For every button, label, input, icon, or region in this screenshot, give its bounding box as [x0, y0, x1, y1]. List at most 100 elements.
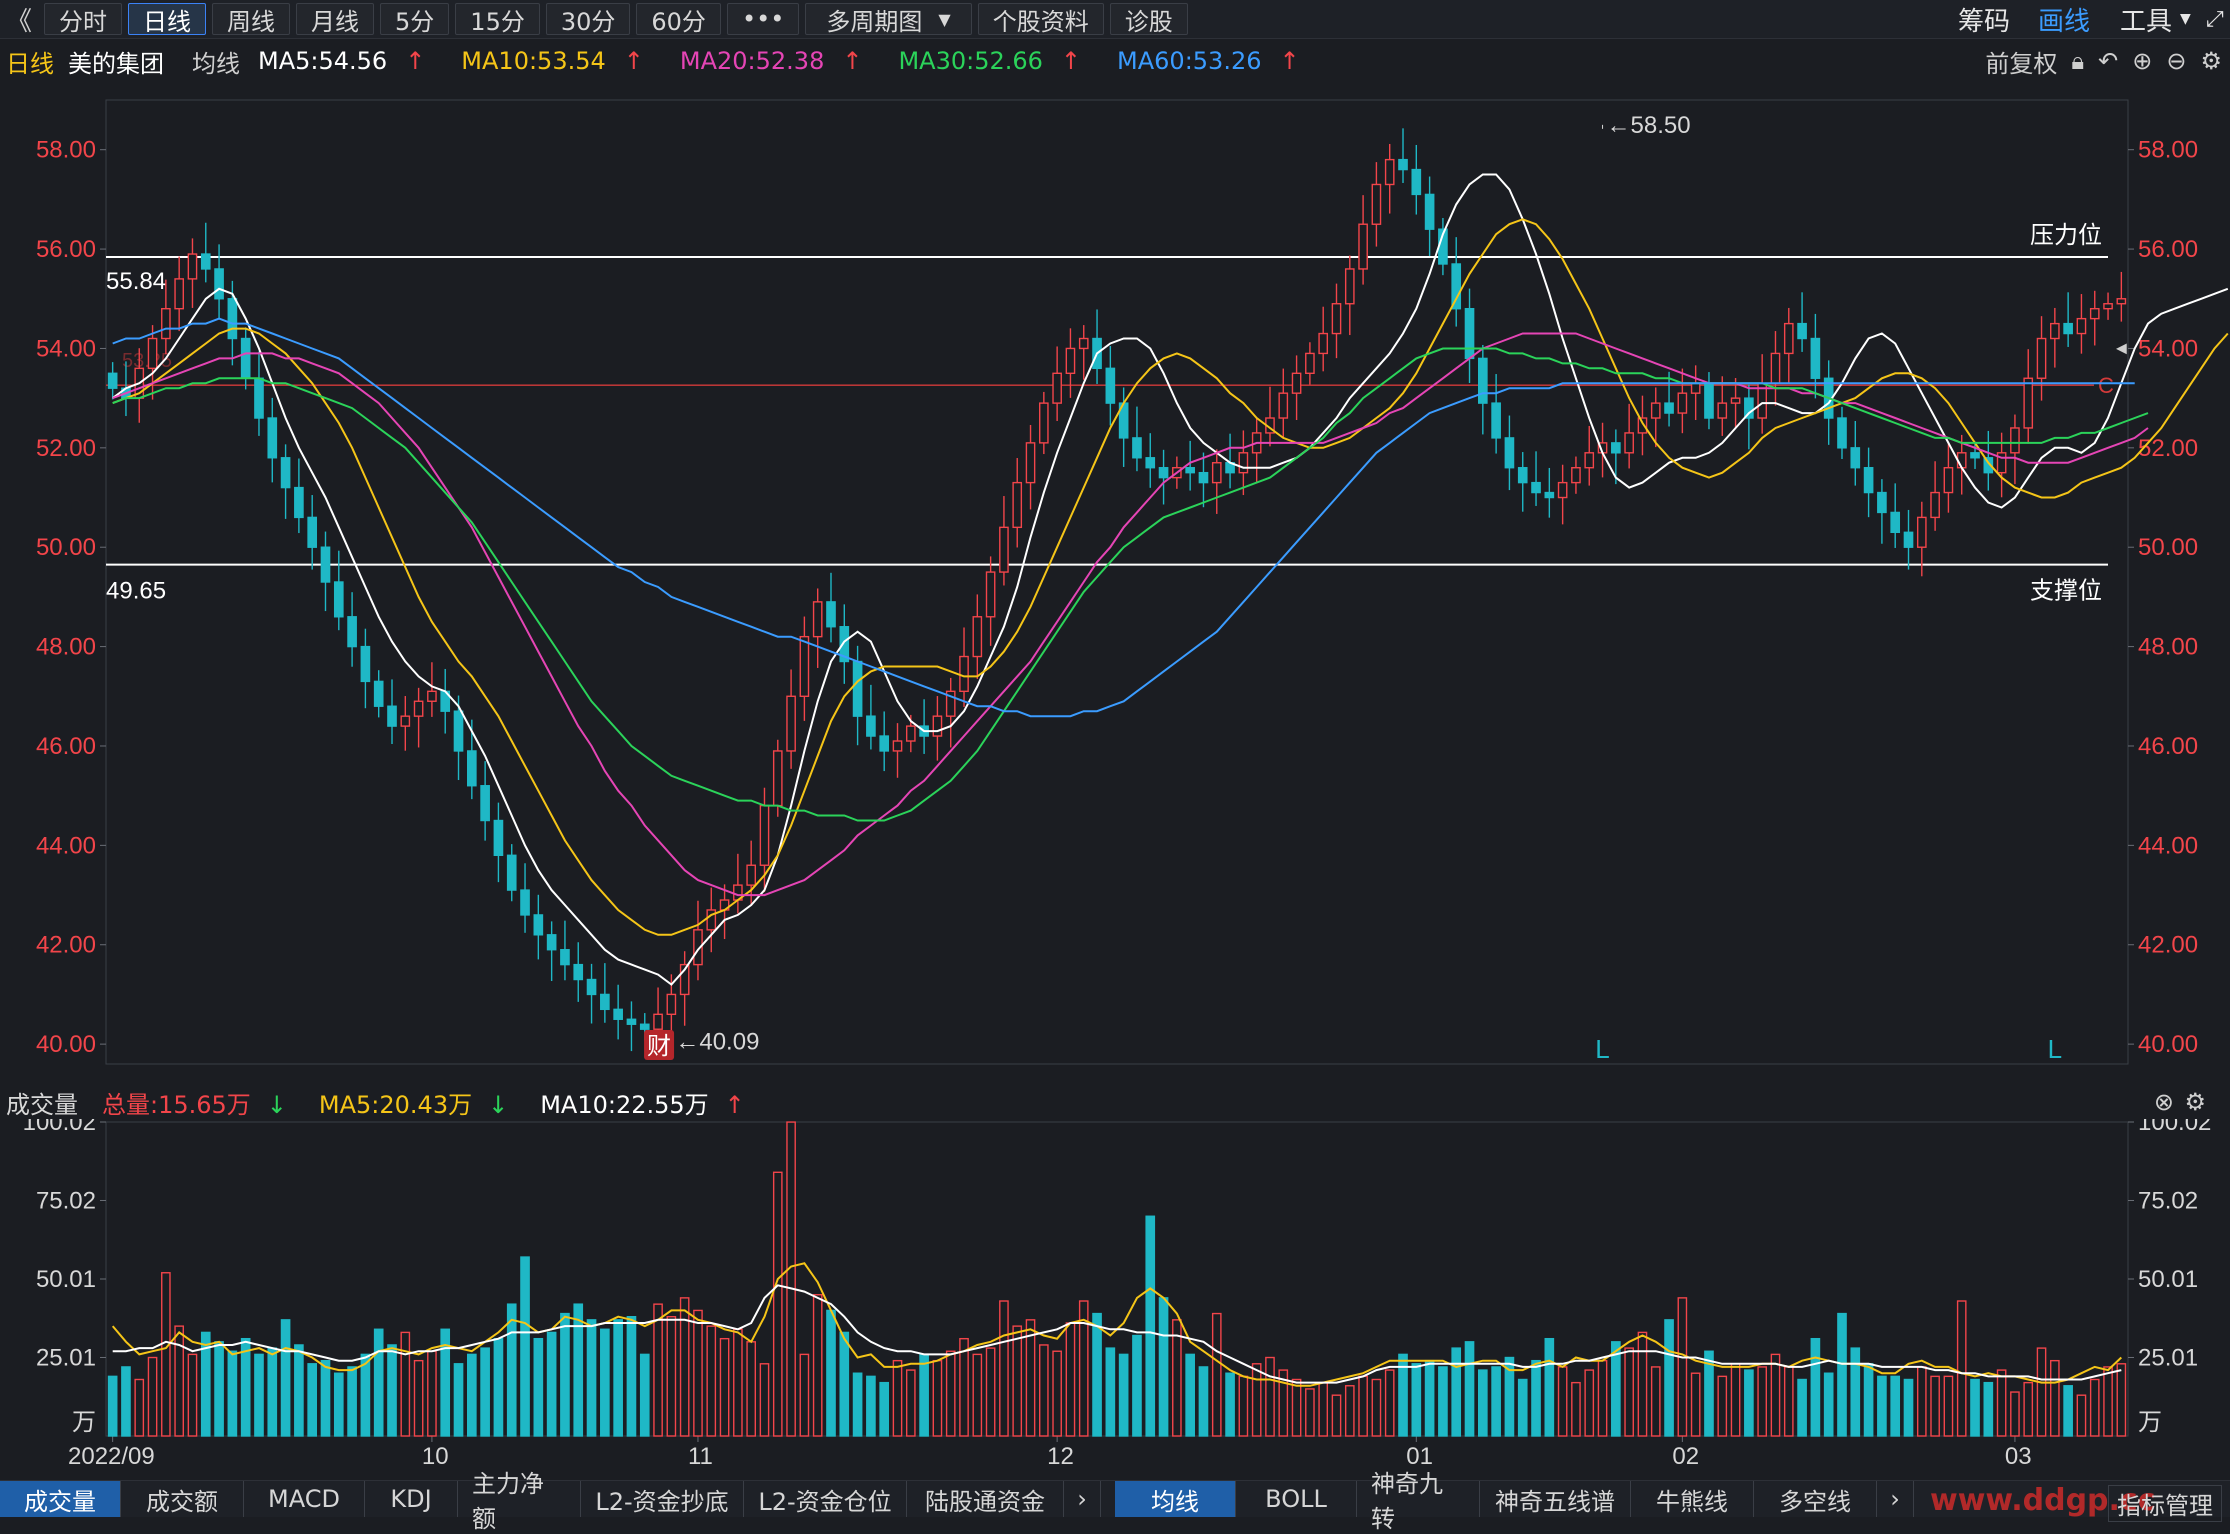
candle-body [1012, 481, 1023, 529]
stock-info-button[interactable]: 个股资料 [977, 3, 1104, 36]
dropdown-caret-icon: ▼ [938, 9, 951, 29]
tab-l2-position[interactable]: L2-资金仓位 [744, 1481, 907, 1517]
tab-15min[interactable]: 15分 [455, 3, 540, 36]
volume-bar [1331, 1394, 1342, 1437]
volume-bar [985, 1347, 996, 1437]
tab-weekly[interactable]: 周线 [212, 3, 291, 36]
vol-tick-label-left: 75.02 [36, 1187, 96, 1214]
more-periods-button[interactable]: ••• [726, 3, 800, 35]
candle-body [799, 635, 810, 697]
volume-bar [586, 1319, 597, 1437]
tab-60min[interactable]: 60分 [636, 3, 721, 36]
fullscreen-icon[interactable]: ⤢ [2206, 0, 2224, 38]
candle-body [892, 740, 903, 752]
candle-body [586, 978, 597, 996]
candle-body [1305, 352, 1315, 374]
tab-monthly[interactable]: 月线 [296, 3, 375, 36]
close-panel-icon[interactable]: ⊗ [2154, 1088, 2174, 1116]
volume-bar [387, 1344, 397, 1437]
volume-bar [1145, 1215, 1156, 1437]
candle-body [1571, 467, 1581, 484]
zoom-in-icon[interactable]: ⊕ [2132, 47, 2152, 75]
candle-body [1198, 471, 1209, 484]
volume-bar [373, 1328, 384, 1437]
volume-bar [919, 1353, 929, 1437]
scroll-right-icon[interactable]: › [1877, 1481, 1914, 1517]
volume-bar [1464, 1341, 1475, 1437]
candle-body [1837, 417, 1847, 449]
x-tick-label: 2022/09 [68, 1443, 155, 1470]
tab-magic-five[interactable]: 神奇五线谱 [1480, 1481, 1631, 1517]
stock-name: 美的集团 [68, 49, 164, 78]
draw-line-button[interactable]: 画线 [2038, 0, 2090, 38]
tab-bull-bear[interactable]: 牛熊线 [1631, 1481, 1754, 1517]
chip-button[interactable]: 筹码 [1958, 0, 2010, 38]
volume-bar [626, 1316, 637, 1437]
volume-bar [1065, 1322, 1076, 1437]
settings-icon[interactable]: ⚙ [2184, 1088, 2206, 1116]
candle-body [333, 581, 344, 618]
tab-boll[interactable]: BOLL [1236, 1481, 1357, 1517]
tab-main-net[interactable]: 主力净额 [458, 1470, 581, 1533]
volume-bar [719, 1337, 730, 1437]
back-button[interactable]: 《 [0, 1, 38, 38]
ma5-value: MA5:54.56 ↑ [258, 47, 426, 75]
tab-30min[interactable]: 30分 [545, 3, 631, 36]
tab-turnover[interactable]: 成交额 [121, 1481, 244, 1517]
candle-body [1065, 347, 1076, 374]
zoom-out-icon[interactable]: ⊖ [2166, 47, 2186, 75]
candle-body [1544, 491, 1555, 499]
volume-bar [2103, 1366, 2113, 1437]
candle-body [1624, 432, 1634, 454]
stock-chart[interactable]: 58.00 58.00 56.00 56.00 54.00 54.00 52.00 52.00… [0, 0, 2230, 1516]
volume-bar [360, 1353, 371, 1437]
multi-period-dropdown[interactable]: 多周期图 ▼ [805, 3, 972, 36]
vol-tick-label-right: 75.02 [2138, 1187, 2198, 1214]
volume-bar [1477, 1369, 1488, 1437]
indicator-manage-button[interactable]: 指标管理 [2108, 1485, 2222, 1522]
volume-bar [1571, 1381, 1581, 1437]
volume-bar [852, 1372, 863, 1437]
tab-intraday[interactable]: 分时 [44, 3, 123, 36]
tab-ma[interactable]: 均线 [1115, 1481, 1236, 1517]
candle-body [826, 601, 836, 628]
volume-bar [866, 1375, 876, 1437]
indicator-label[interactable]: 均线 [192, 44, 240, 79]
chart-tools: 前复权 🔒︎ ↶ ⊕ ⊖ ⚙ [1985, 42, 2222, 80]
tab-macd[interactable]: MACD [244, 1481, 365, 1517]
x-tick-label: 02 [1672, 1443, 1699, 1470]
tab-5min[interactable]: 5分 [380, 3, 450, 36]
candle-body [1810, 337, 1821, 379]
volume-bar [1291, 1378, 1302, 1437]
scroll-right-icon[interactable]: › [1064, 1481, 1101, 1517]
candle-body [1491, 402, 1501, 439]
tab-l2-bottom[interactable]: L2-资金抄底 [581, 1481, 744, 1517]
volume-bar [1890, 1375, 1901, 1437]
volume-bar [1744, 1369, 1754, 1437]
volume-bar [533, 1337, 544, 1437]
diagnosis-button[interactable]: 诊股 [1109, 3, 1188, 36]
tab-northbound[interactable]: 陆股通资金 [907, 1481, 1064, 1517]
tab-long-short[interactable]: 多空线 [1754, 1481, 1877, 1517]
volume-bar [693, 1309, 703, 1437]
volume-bar [905, 1369, 916, 1437]
candle-body [772, 750, 783, 807]
ma10-value: MA10:53.54 ↑ [461, 47, 644, 75]
volume-bar [107, 1375, 118, 1437]
tab-magic-nine[interactable]: 神奇九转 [1357, 1470, 1480, 1533]
tab-daily[interactable]: 日线 [128, 3, 207, 36]
candle-body [613, 1008, 623, 1020]
adjust-mode-button[interactable]: 前复权 [1985, 44, 2057, 79]
volume-bar [1238, 1375, 1249, 1437]
volume-bar [1943, 1375, 1954, 1437]
settings-icon[interactable]: ⚙ [2200, 47, 2222, 75]
lock-icon[interactable]: 🔒︎ [2071, 47, 2084, 75]
tools-dropdown[interactable]: 工具 ▼ [2120, 0, 2191, 38]
volume-title[interactable]: 成交量 [6, 1085, 78, 1120]
volume-legend: 成交量 总量:15.65万 ↓ MA5:20.43万 ↓ MA10:22.55万 ↑ … [0, 1085, 2230, 1119]
tab-volume[interactable]: 成交量 [0, 1481, 121, 1517]
vol-tick-label-right: 25.01 [2138, 1344, 2198, 1371]
volume-bar [1438, 1366, 1448, 1437]
undo-icon[interactable]: ↶ [2098, 47, 2118, 75]
tab-kdj[interactable]: KDJ [365, 1481, 458, 1517]
